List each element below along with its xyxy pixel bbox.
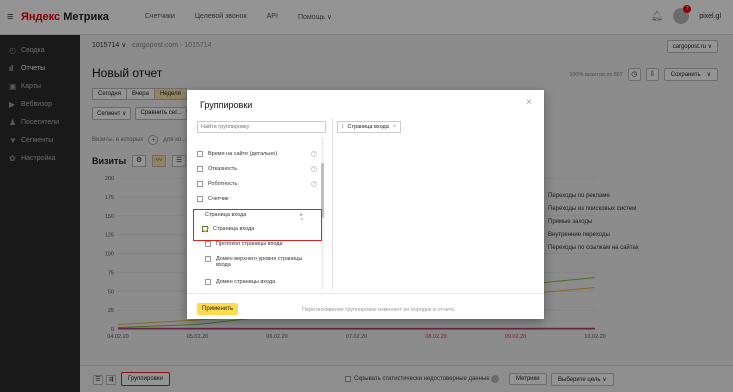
list-item-label: Домен страницы входа (216, 279, 276, 285)
groupings-modal: Группировки × ⁞ Страница входа × Время н… (187, 90, 544, 319)
grouping-search-input[interactable] (197, 121, 326, 133)
list-item-label: Протокол страницы входа (216, 241, 283, 247)
list-item-label: Счетчик (208, 196, 229, 202)
checkbox[interactable] (205, 241, 211, 247)
list-item[interactable]: Протокол страницы входа (205, 241, 283, 247)
list-item[interactable]: Счетчик (197, 196, 229, 202)
checkbox[interactable] (197, 196, 203, 202)
list-item-label: Домен верхнего уровня страницы входа (216, 256, 303, 268)
close-icon[interactable]: × (526, 97, 532, 108)
apply-button[interactable]: Применить (197, 303, 239, 315)
checkbox[interactable] (197, 151, 203, 157)
highlight-box (193, 209, 322, 241)
list-item-label: Отказность (208, 166, 238, 172)
checkbox[interactable] (197, 166, 203, 172)
divider (332, 118, 333, 290)
list-item[interactable]: Домен верхнего уровня страницы входа (205, 256, 305, 268)
drag-handle-icon[interactable]: ⁞ (342, 124, 344, 130)
list-item-label: Время на сайте (детально) (208, 151, 278, 157)
help-icon[interactable]: ? (311, 151, 317, 157)
modal-title: Группировки (200, 100, 253, 110)
checkbox[interactable] (205, 279, 211, 285)
drag-hint: Перетаскивание группировок изменяет их п… (302, 307, 456, 313)
divider (187, 293, 544, 294)
chip-remove-icon[interactable]: × (393, 124, 396, 130)
help-icon[interactable]: ? (311, 181, 317, 187)
list-item-label: Роботность (208, 181, 238, 187)
list-item[interactable]: Домен страницы входа (205, 279, 275, 285)
list-item[interactable]: Роботность? (197, 181, 317, 187)
help-icon[interactable]: ? (311, 166, 317, 172)
selected-grouping-chip[interactable]: ⁞ Страница входа × (337, 121, 402, 133)
checkbox[interactable] (197, 181, 203, 187)
list-item[interactable]: Время на сайте (детально)? (197, 151, 317, 157)
checkbox[interactable] (205, 256, 211, 262)
chip-label: Страница входа (347, 124, 389, 130)
list-item[interactable]: Отказность? (197, 166, 317, 172)
